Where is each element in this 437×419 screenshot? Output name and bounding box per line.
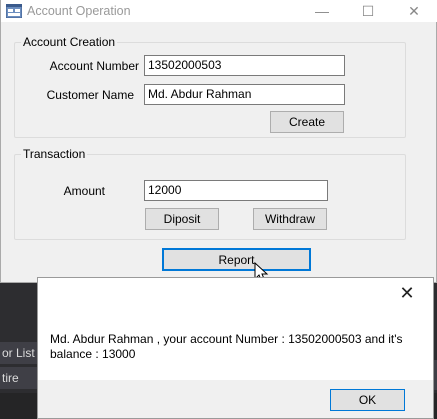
message-box-content: ✕ Md. Abdur Rahman , your account Number… xyxy=(38,278,433,380)
amount-field[interactable]: 12000 xyxy=(144,180,328,201)
account-operation-window: Account Operation — ☐ ✕ Account Creation… xyxy=(0,0,437,283)
close-icon: ✕ xyxy=(399,282,415,303)
account-number-field[interactable]: 13502000503 xyxy=(144,55,345,76)
minimize-icon: — xyxy=(315,3,329,19)
deposit-button[interactable]: Diposit xyxy=(145,208,219,230)
create-button[interactable]: Create xyxy=(270,111,344,133)
amount-label: Amount xyxy=(63,184,105,198)
minimize-button[interactable]: — xyxy=(299,0,345,22)
customer-name-label: Customer Name xyxy=(46,88,134,102)
ok-button[interactable]: OK xyxy=(330,389,405,411)
close-icon: ✕ xyxy=(408,2,420,19)
withdraw-button[interactable]: Withdraw xyxy=(253,208,327,230)
message-text: Md. Abdur Rahman , your account Number :… xyxy=(50,332,403,361)
ide-tab-solution[interactable]: tire Sol xyxy=(0,367,38,407)
account-creation-legend: Account Creation xyxy=(21,35,118,49)
close-button[interactable]: ✕ xyxy=(391,0,437,22)
account-number-label: Account Number xyxy=(49,59,139,73)
maximize-button[interactable]: ☐ xyxy=(345,0,391,22)
maximize-icon: ☐ xyxy=(361,2,375,19)
message-box-close-button[interactable]: ✕ xyxy=(394,282,420,304)
window-title: Account Operation xyxy=(27,4,131,18)
app-icon xyxy=(6,4,22,18)
report-button[interactable]: Report xyxy=(162,248,311,271)
message-box: ✕ Md. Abdur Rahman , your account Number… xyxy=(37,277,434,419)
title-bar[interactable]: Account Operation — ☐ ✕ xyxy=(1,0,437,22)
customer-name-field[interactable]: Md. Abdur Rahman xyxy=(144,84,345,105)
transaction-legend: Transaction xyxy=(21,147,88,161)
ide-tab-error-list[interactable]: or List xyxy=(0,342,38,364)
